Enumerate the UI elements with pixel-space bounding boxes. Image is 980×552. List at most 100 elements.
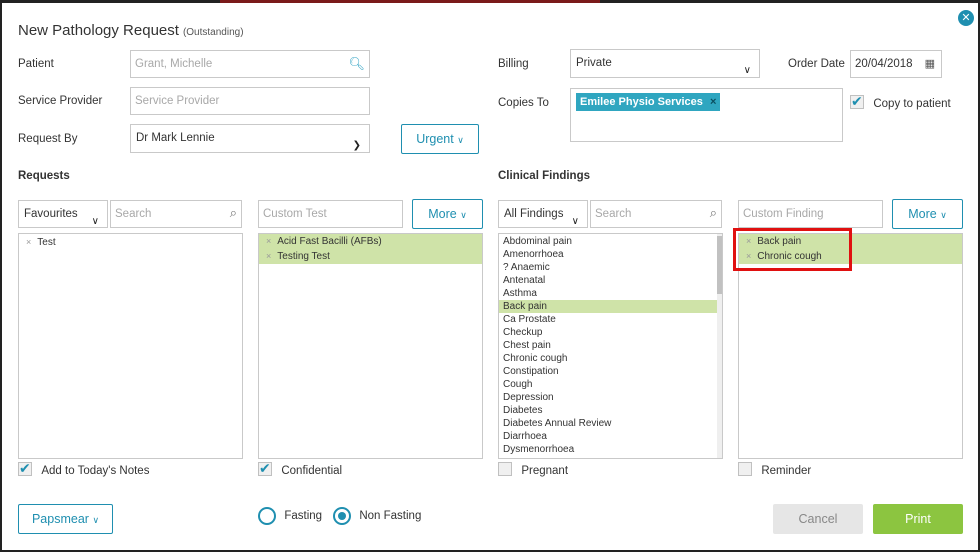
findings-list: Abdominal pain Amenorrhoea? Anaemic Antena… <box>498 233 723 459</box>
pregnant-checkbox[interactable] <box>498 462 512 476</box>
request-by-select[interactable]: Dr Mark Lennie ❯ <box>130 124 370 153</box>
findings-scrollbar[interactable] <box>717 234 722 458</box>
chevron-down-icon: ∨ <box>571 216 579 227</box>
chevron-down-icon: ∨ <box>92 515 100 525</box>
findings-more-label: More <box>908 207 937 221</box>
finding-list-item[interactable]: Checkup <box>499 326 717 339</box>
finding-list-item[interactable]: Constipation <box>499 365 717 378</box>
print-button[interactable]: Print <box>873 504 963 534</box>
billing-value: Private <box>576 57 612 69</box>
requests-filter-select[interactable]: Favourites ∨ <box>18 200 108 228</box>
dialog-status: (Outstanding) <box>182 27 244 38</box>
non-fasting-option[interactable]: Non Fasting <box>333 507 421 525</box>
list-item[interactable]: × Test <box>19 235 242 250</box>
urgent-button-label: Urgent <box>416 132 454 146</box>
chevron-down-icon: ∨ <box>743 65 751 76</box>
list-item[interactable]: × Testing Test <box>259 249 482 264</box>
finding-list-item[interactable]: Back pain <box>499 300 717 313</box>
finding-list-item[interactable]: Ca Prostate <box>499 313 717 326</box>
copies-to-tag: Emilee Physio Services × <box>576 93 721 111</box>
findings-search-placeholder: Search <box>595 208 632 220</box>
finding-list-item[interactable]: Chest pain <box>499 339 717 352</box>
scrollbar-thumb[interactable] <box>717 236 722 294</box>
custom-test-input[interactable]: Custom Test <box>258 200 403 228</box>
chevron-down-icon: ∨ <box>460 210 467 220</box>
request-by-value: Dr Mark Lennie <box>136 132 215 144</box>
annotation-highlight-box <box>733 228 852 271</box>
confidential-label: Confidential <box>281 465 343 477</box>
fasting-radio[interactable] <box>258 507 276 525</box>
service-provider-placeholder: Service Provider <box>135 95 220 107</box>
add-to-notes-checkbox[interactable] <box>18 460 32 477</box>
service-provider-input[interactable]: Service Provider <box>130 87 370 115</box>
patient-field[interactable]: Grant, Michelle 🔍︎ <box>130 50 370 78</box>
urgent-button[interactable]: Urgent ∨ <box>401 124 479 154</box>
requests-favourites-list: × Test <box>18 233 243 459</box>
reminder-row[interactable]: Reminder <box>738 462 811 479</box>
requests-more-button[interactable]: More ∨ <box>412 199 483 229</box>
list-item[interactable]: × Acid Fast Bacilli (AFBs) <box>259 234 482 249</box>
fasting-option[interactable]: Fasting <box>258 507 322 525</box>
tag-remove-icon[interactable]: × <box>710 96 716 108</box>
billing-select[interactable]: Private ∨ <box>570 49 760 78</box>
calendar-icon[interactable]: ▦ <box>925 51 935 77</box>
remove-icon[interactable]: × <box>266 251 271 261</box>
close-icon[interactable]: ✕ <box>958 10 974 26</box>
custom-finding-placeholder: Custom Finding <box>743 208 824 220</box>
window-top-accent <box>220 0 600 3</box>
copy-to-patient-row[interactable]: Copy to patient <box>850 93 951 112</box>
confidential-row[interactable]: Confidential <box>258 460 343 479</box>
custom-finding-input[interactable]: Custom Finding <box>738 200 883 228</box>
findings-more-button[interactable]: More ∨ <box>892 199 963 229</box>
finding-list-item[interactable]: Diabetes <box>499 404 717 417</box>
papsmear-button[interactable]: Papsmear ∨ <box>18 504 113 534</box>
findings-filter-select[interactable]: All Findings ∨ <box>498 200 588 228</box>
finding-list-item[interactable]: Dysmenorrhoea <box>499 443 717 456</box>
billing-label: Billing <box>498 58 529 70</box>
requests-more-label: More <box>428 207 457 221</box>
finding-list-item[interactable]: Diabetes Annual Review <box>499 417 717 430</box>
requests-filter-value: Favourites <box>24 208 78 220</box>
findings-search-input[interactable]: Search ⌕ <box>590 200 722 228</box>
copy-to-patient-label: Copy to patient <box>873 98 951 110</box>
finding-list-item[interactable]: Antenatal <box>499 274 717 287</box>
finding-list-item[interactable]: Asthma <box>499 287 717 300</box>
finding-list-item[interactable]: Diarrhoea <box>499 430 717 443</box>
service-provider-label: Service Provider <box>18 95 103 107</box>
patient-label: Patient <box>18 58 54 70</box>
copy-to-patient-checkbox[interactable] <box>850 93 864 110</box>
papsmear-label: Papsmear <box>31 512 89 526</box>
finding-list-item[interactable]: Chronic cough <box>499 352 717 365</box>
list-item-label: Test <box>37 237 56 248</box>
finding-list-item[interactable]: Abdominal pain <box>499 235 717 248</box>
custom-test-placeholder: Custom Test <box>263 208 327 220</box>
finding-list-item[interactable]: ? Anaemic <box>499 261 717 274</box>
remove-icon[interactable]: × <box>26 237 31 247</box>
reminder-checkbox[interactable] <box>738 462 752 476</box>
search-icon[interactable]: 🔍︎ <box>348 51 365 77</box>
order-date-field[interactable]: 20/04/2018 ▦ <box>850 50 942 78</box>
finding-list-item[interactable]: Depression <box>499 391 717 404</box>
remove-icon[interactable]: × <box>266 236 271 246</box>
requests-header: Requests <box>18 170 70 182</box>
requests-search-placeholder: Search <box>115 208 152 220</box>
dialog-title-text: New Pathology Request <box>18 22 179 39</box>
confidential-checkbox[interactable] <box>258 460 272 477</box>
finding-list-item[interactable]: Cough <box>499 378 717 391</box>
search-icon[interactable]: ⌕ <box>230 200 237 226</box>
findings-filter-value: All Findings <box>504 208 564 220</box>
copies-to-tag-label: Emilee Physio Services <box>580 96 703 108</box>
requests-search-input[interactable]: Search ⌕ <box>110 200 242 228</box>
add-to-notes-row[interactable]: Add to Today's Notes <box>18 460 149 479</box>
pregnant-row[interactable]: Pregnant <box>498 462 568 479</box>
copies-to-field[interactable]: Emilee Physio Services × <box>570 88 843 142</box>
reminder-label: Reminder <box>761 465 812 477</box>
dialog-title: New Pathology Request (Outstanding) <box>18 22 244 39</box>
order-date-label: Order Date <box>788 58 845 70</box>
search-icon[interactable]: ⌕ <box>710 200 717 226</box>
chevron-down-icon: ∨ <box>940 210 947 220</box>
non-fasting-radio[interactable] <box>333 507 351 525</box>
patient-value: Grant, Michelle <box>135 58 213 70</box>
cancel-button[interactable]: Cancel <box>773 504 863 534</box>
finding-list-item[interactable]: Amenorrhoea <box>499 248 717 261</box>
